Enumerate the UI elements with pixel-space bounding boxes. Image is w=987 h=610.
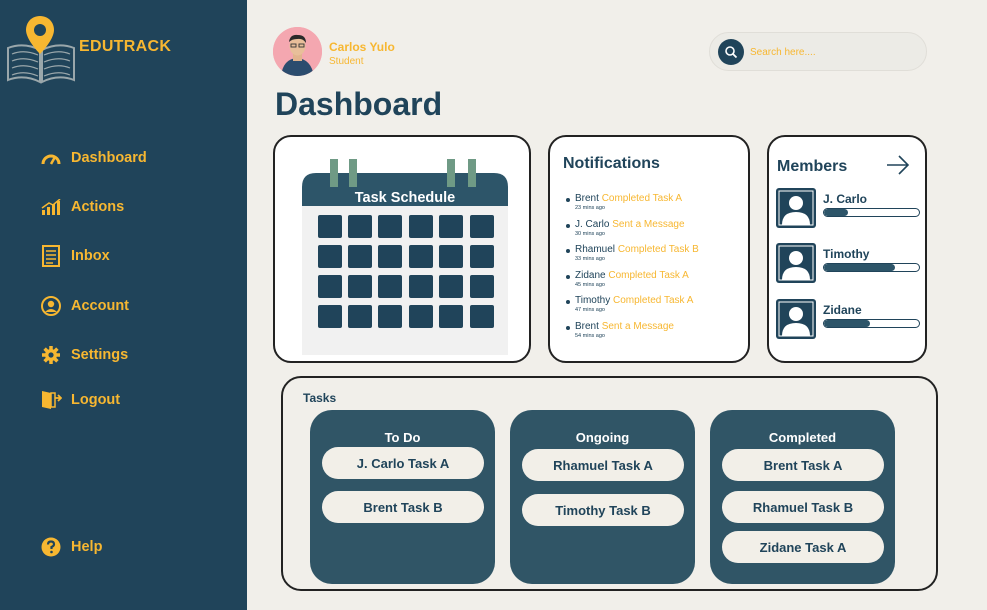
tasks-label: Tasks	[303, 391, 337, 405]
task-column-todo: To Do J. Carlo Task A Brent Task B	[310, 410, 495, 584]
sidebar-item-label: Inbox	[71, 248, 110, 264]
member-progress-fill	[824, 264, 896, 271]
notification-item[interactable]: Rhamuel Completed Task B 33 mins ago	[564, 244, 748, 270]
task-column-title: Ongoing	[575, 430, 630, 445]
member-progress-bar	[823, 208, 920, 217]
user-name: Carlos Yulo	[329, 40, 395, 54]
user-avatar[interactable]	[273, 27, 322, 76]
sidebar-item-label: Logout	[71, 392, 121, 408]
notifications-title: Notifications	[563, 155, 660, 172]
brand-name: EDUTRACK	[79, 38, 172, 55]
task-column-title: To Do	[384, 430, 421, 445]
bar-chart-icon	[40, 196, 62, 218]
task-column-completed: Completed Brent Task A Rhamuel Task B Zi…	[710, 410, 895, 584]
task-column-ongoing: Ongoing Rhamuel Task A Timothy Task B	[510, 410, 695, 584]
member-avatar-icon	[776, 188, 816, 228]
calendar-illustration: Task Schedule	[302, 155, 508, 355]
notification-user: Timothy	[575, 295, 611, 306]
notification-action: Sent a Message	[612, 218, 685, 230]
notification-item[interactable]: Brent Completed Task A 23 mins ago	[564, 193, 748, 219]
notification-item[interactable]: Timothy Completed Task A 47 mins ago	[564, 295, 748, 321]
task-card[interactable]: Brent Task B	[322, 491, 484, 523]
sidebar-item-dashboard[interactable]: Dashboard	[40, 146, 147, 170]
document-icon	[40, 245, 62, 267]
search-icon[interactable]	[718, 39, 744, 65]
notification-item[interactable]: J. Carlo Sent a Message 30 mins ago	[564, 219, 748, 245]
sidebar-item-label: Settings	[71, 347, 129, 363]
member-progress-bar	[823, 263, 920, 272]
book-logo-icon	[4, 14, 78, 84]
notification-user: Zidane	[575, 269, 606, 281]
user-circle-icon	[40, 295, 62, 317]
task-column-title: Completed	[768, 430, 837, 445]
task-card[interactable]: J. Carlo Task A	[322, 447, 484, 479]
member-name: J. Carlo	[823, 192, 868, 206]
notification-user: Brent	[575, 320, 599, 332]
notification-action: Completed Task A	[601, 193, 683, 204]
member-name: Zidane	[823, 303, 862, 317]
member-progress-fill	[824, 209, 848, 216]
member-progress-bar	[823, 319, 920, 328]
sidebar-item-inbox[interactable]: Inbox	[40, 244, 110, 268]
members-title: Members	[777, 158, 848, 175]
search-input[interactable]	[750, 42, 920, 62]
page-title: Dashboard	[275, 86, 443, 122]
task-card[interactable]: Rhamuel Task A	[522, 449, 684, 481]
sidebar-item-actions[interactable]: Actions	[40, 195, 124, 219]
notification-time: 47 mins ago	[575, 307, 605, 313]
sidebar-item-account[interactable]: Account	[40, 294, 129, 318]
speedometer-icon	[40, 147, 62, 169]
notification-user: Brent	[575, 193, 599, 204]
notifications-list: Brent Completed Task A 23 mins ago J. Ca…	[564, 193, 748, 346]
notification-action: Completed Task A	[608, 269, 689, 281]
member-avatar-icon	[776, 299, 816, 339]
notifications-card: Notifications Brent Completed Task A 23 …	[548, 135, 750, 363]
task-card[interactable]: Brent Task A	[722, 449, 884, 481]
sidebar-item-label: Account	[71, 298, 129, 314]
notification-time: 23 mins ago	[575, 205, 605, 211]
arrow-right-icon[interactable]	[885, 154, 911, 176]
question-circle-icon	[40, 536, 62, 558]
sidebar-item-help[interactable]: Help	[40, 535, 102, 559]
notification-action: Completed Task A	[612, 295, 694, 306]
task-card[interactable]: Zidane Task A	[722, 531, 884, 563]
member-item[interactable]: J. Carlo	[776, 188, 922, 232]
sidebar-item-logout[interactable]: Logout	[40, 388, 120, 412]
member-name: Timothy	[823, 247, 870, 261]
member-progress-fill	[824, 320, 870, 327]
notification-item[interactable]: Brent Sent a Message 54 mins ago	[564, 321, 748, 347]
door-exit-icon	[40, 389, 62, 411]
sidebar-item-label: Actions	[71, 199, 125, 215]
sidebar: EDUTRACK Dashboard Actions Inbox Account…	[0, 0, 247, 610]
sidebar-item-label: Dashboard	[71, 150, 147, 166]
task-card[interactable]: Timothy Task B	[522, 494, 684, 526]
sidebar-item-label: Help	[71, 539, 103, 555]
members-card: Members J. Carlo Timothy Zidane	[767, 135, 927, 363]
gear-icon	[40, 344, 62, 366]
member-avatar-icon	[776, 243, 816, 283]
task-schedule-card[interactable]: Task Schedule	[273, 135, 531, 363]
notification-time: 33 mins ago	[575, 256, 605, 262]
notification-time: 30 mins ago	[575, 230, 605, 237]
notification-user: J. Carlo	[575, 218, 610, 230]
notification-action: Completed Task B	[617, 244, 699, 255]
member-item[interactable]: Timothy	[776, 243, 922, 287]
task-card[interactable]: Rhamuel Task B	[722, 491, 884, 523]
tasks-panel: Tasks To Do J. Carlo Task A Brent Task B…	[281, 376, 938, 591]
notification-action: Sent a Message	[601, 320, 674, 332]
search-bar	[709, 32, 927, 71]
member-item[interactable]: Zidane	[776, 299, 922, 343]
notification-time: 54 mins ago	[575, 332, 605, 339]
calendar-title: Task Schedule	[354, 190, 456, 206]
notification-user: Rhamuel	[575, 244, 616, 255]
notification-item[interactable]: Zidane Completed Task A 45 mins ago	[564, 270, 748, 296]
user-role: Student	[329, 56, 364, 67]
notification-time: 45 mins ago	[575, 281, 605, 288]
sidebar-item-settings[interactable]: Settings	[40, 343, 128, 367]
